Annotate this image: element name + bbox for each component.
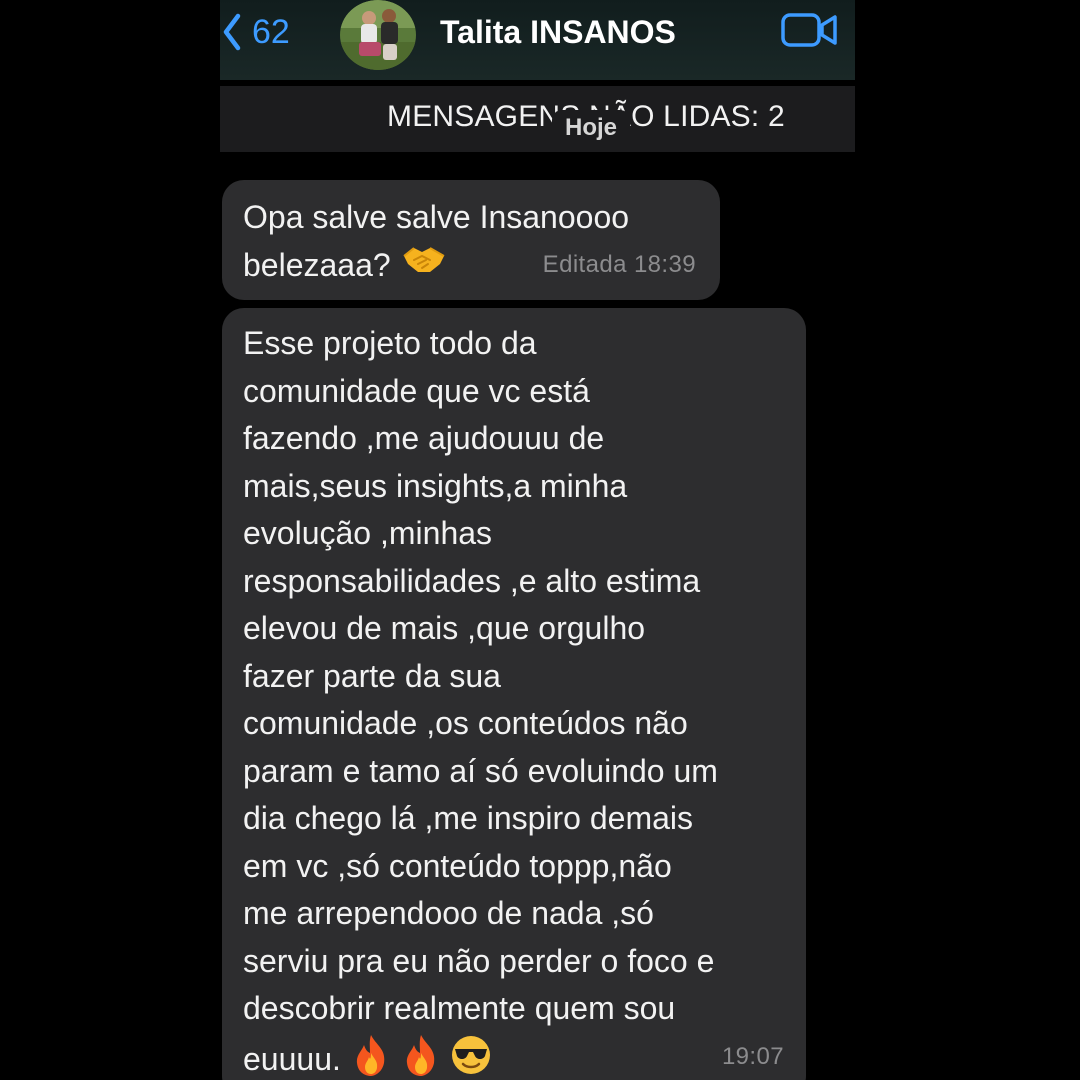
message-text: Esse projeto todo da comunidade que vc e… xyxy=(243,320,718,1080)
chevron-left-icon xyxy=(220,12,246,52)
chat-screen: 62 Talita INSANOS MENSAGENS LIDAS: 2 Hoj… xyxy=(220,0,855,1080)
fire-emoji xyxy=(350,1033,392,1080)
sunglasses-emoji xyxy=(450,1034,492,1080)
back-button[interactable]: 62 xyxy=(220,8,290,56)
unread-messages-banner: MENSAGENS NÃO LIDAS: 2 xyxy=(220,86,855,152)
fire-emoji xyxy=(400,1033,442,1080)
message-bubble[interactable]: Opa salve salve Insanoooo belezaaa? Edit… xyxy=(222,180,720,300)
message-bubble[interactable]: Esse projeto todo da comunidade que vc e… xyxy=(222,308,806,1080)
unread-count: 62 xyxy=(252,12,290,51)
message-timestamp: Editada 18:39 xyxy=(542,250,696,278)
contact-name[interactable]: Talita INSANOS xyxy=(440,10,676,54)
handshake-emoji xyxy=(400,242,448,292)
video-call-button[interactable] xyxy=(780,8,840,52)
message-timestamp: 19:07 xyxy=(721,1042,784,1070)
message-body: Esse projeto todo da comunidade que vc e… xyxy=(243,325,718,1077)
chat-header: 62 Talita INSANOS xyxy=(220,0,855,80)
video-camera-icon xyxy=(780,13,840,56)
avatar[interactable] xyxy=(339,0,417,70)
day-separator: Hoje xyxy=(552,110,630,146)
